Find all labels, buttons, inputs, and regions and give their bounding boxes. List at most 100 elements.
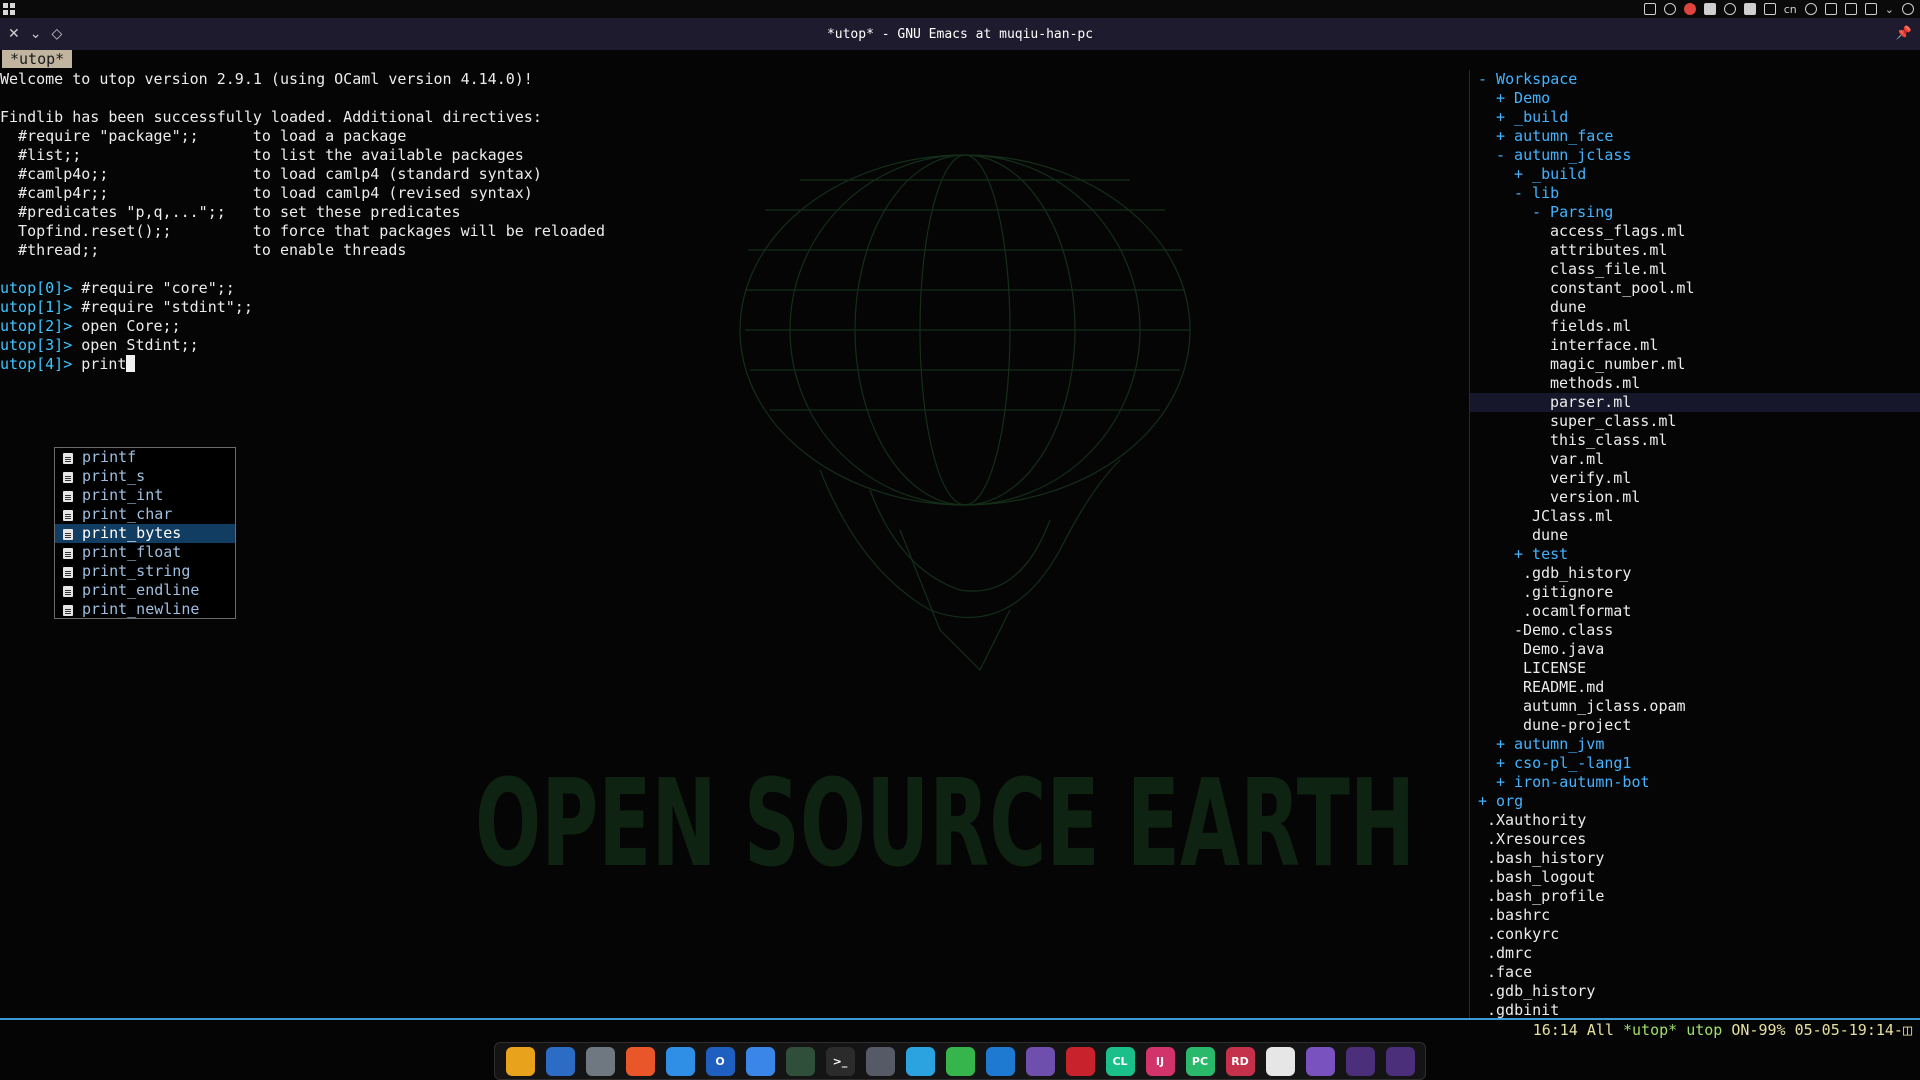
emacs-icon-2[interactable] bbox=[1305, 1046, 1335, 1076]
clion-icon[interactable]: CL bbox=[1105, 1046, 1135, 1076]
wechat-icon[interactable] bbox=[945, 1046, 975, 1076]
tree-file[interactable]: dune-project bbox=[1470, 716, 1920, 735]
completion-item[interactable]: print_string bbox=[55, 562, 235, 581]
tree-file[interactable]: this_class.ml bbox=[1470, 431, 1920, 450]
tree-file[interactable]: autumn_jclass.opam bbox=[1470, 697, 1920, 716]
tree-folder[interactable]: + test bbox=[1470, 545, 1920, 564]
wifi-icon[interactable] bbox=[1864, 3, 1877, 15]
diamond-icon[interactable]: ◇ bbox=[51, 26, 62, 42]
drive-icon[interactable] bbox=[1703, 3, 1716, 15]
tree-file[interactable]: magic_number.ml bbox=[1470, 355, 1920, 374]
tree-folder[interactable]: + autumn_face bbox=[1470, 127, 1920, 146]
tree-file[interactable]: version.ml bbox=[1470, 488, 1920, 507]
tree-file[interactable]: .bashrc bbox=[1470, 906, 1920, 925]
tree-file[interactable]: .bash_profile bbox=[1470, 887, 1920, 906]
tree-folder[interactable]: - Parsing bbox=[1470, 203, 1920, 222]
firefox-icon[interactable] bbox=[625, 1046, 655, 1076]
location-icon[interactable] bbox=[1804, 3, 1817, 15]
tree-file[interactable]: .Xresources bbox=[1470, 830, 1920, 849]
gpg-icon[interactable] bbox=[865, 1046, 895, 1076]
rider-icon[interactable]: RD bbox=[1225, 1046, 1255, 1076]
completion-item[interactable]: print_newline bbox=[55, 600, 235, 619]
completion-item[interactable]: print_char bbox=[55, 505, 235, 524]
tree-file[interactable]: parser.ml bbox=[1470, 393, 1920, 412]
tree-file[interactable]: LICENSE bbox=[1470, 659, 1920, 678]
terminal-icon[interactable]: >_ bbox=[825, 1046, 855, 1076]
tree-file[interactable]: -Demo.class bbox=[1470, 621, 1920, 640]
tree-file[interactable]: JClass.ml bbox=[1470, 507, 1920, 526]
tree-file[interactable]: access_flags.ml bbox=[1470, 222, 1920, 241]
app-tray-icon[interactable] bbox=[1683, 3, 1696, 15]
vscode-icon[interactable] bbox=[985, 1046, 1015, 1076]
store-icon[interactable] bbox=[545, 1046, 575, 1076]
outlook-icon[interactable]: O bbox=[705, 1046, 735, 1076]
files-icon[interactable] bbox=[505, 1046, 535, 1076]
tree-file[interactable]: methods.ml bbox=[1470, 374, 1920, 393]
tree-folder[interactable]: + _build bbox=[1470, 108, 1920, 127]
tree-file[interactable]: var.ml bbox=[1470, 450, 1920, 469]
copy-icon[interactable] bbox=[1763, 3, 1776, 15]
completion-item[interactable]: print_endline bbox=[55, 581, 235, 600]
completion-item[interactable]: print_bytes bbox=[55, 524, 235, 543]
lock-icon[interactable] bbox=[1663, 3, 1676, 15]
tree-file[interactable]: fields.ml bbox=[1470, 317, 1920, 336]
tree-file[interactable]: verify.ml bbox=[1470, 469, 1920, 488]
pycharm-icon[interactable]: PC bbox=[1185, 1046, 1215, 1076]
tree-file[interactable]: .gdb_history bbox=[1470, 982, 1920, 1001]
tree-folder[interactable]: - Workspace bbox=[1470, 70, 1920, 89]
tree-file[interactable]: .Xauthority bbox=[1470, 811, 1920, 830]
tree-file[interactable]: Demo.java bbox=[1470, 640, 1920, 659]
completion-item[interactable]: print_int bbox=[55, 486, 235, 505]
tree-file[interactable]: .gdbinit bbox=[1470, 1001, 1920, 1018]
tree-file[interactable]: .bash_history bbox=[1470, 849, 1920, 868]
tree-file[interactable]: interface.ml bbox=[1470, 336, 1920, 355]
chevron-down-icon[interactable]: ⌄ bbox=[30, 26, 42, 42]
tree-folder[interactable]: + iron-autumn-bot bbox=[1470, 773, 1920, 792]
chevron-down-icon[interactable]: ⌄ bbox=[1885, 3, 1894, 16]
player-icon[interactable] bbox=[1265, 1046, 1295, 1076]
completion-popup[interactable]: printf print_s print_int print_char print_by… bbox=[54, 447, 236, 619]
close-icon[interactable]: ✕ bbox=[8, 26, 20, 42]
volume-icon[interactable] bbox=[1824, 3, 1837, 15]
tree-folder[interactable]: - autumn_jclass bbox=[1470, 146, 1920, 165]
tree-folder[interactable]: + autumn_jvm bbox=[1470, 735, 1920, 754]
completion-item[interactable]: print_float bbox=[55, 543, 235, 562]
app-red-icon[interactable] bbox=[1065, 1046, 1095, 1076]
repl-input[interactable]: print bbox=[72, 355, 126, 373]
tree-folder[interactable]: + org bbox=[1470, 792, 1920, 811]
tree-file[interactable]: README.md bbox=[1470, 678, 1920, 697]
completion-item[interactable]: printf bbox=[55, 448, 235, 467]
telegram-icon[interactable] bbox=[905, 1046, 935, 1076]
utop-buffer[interactable]: OPEN SOURCE EARTH Welcome to utop versio… bbox=[0, 70, 1468, 1018]
tree-file[interactable]: .bash_logout bbox=[1470, 868, 1920, 887]
notes-icon[interactable] bbox=[665, 1046, 695, 1076]
tree-file[interactable]: super_class.ml bbox=[1470, 412, 1920, 431]
tree-file[interactable]: dune bbox=[1470, 298, 1920, 317]
tree-file[interactable]: .gdb_history bbox=[1470, 564, 1920, 583]
monitor-icon[interactable] bbox=[785, 1046, 815, 1076]
tree-file[interactable]: constant_pool.ml bbox=[1470, 279, 1920, 298]
tree-file[interactable]: dune bbox=[1470, 526, 1920, 545]
bluetooth-icon[interactable] bbox=[1844, 3, 1857, 15]
timer-icon[interactable] bbox=[1723, 3, 1736, 15]
modeline-buffer[interactable]: *utop* bbox=[1623, 1021, 1677, 1039]
tree-file[interactable]: .dmrc bbox=[1470, 944, 1920, 963]
clipboard-icon[interactable] bbox=[1643, 3, 1656, 15]
tree-folder[interactable]: + _build bbox=[1470, 165, 1920, 184]
modeline-mode[interactable]: utop bbox=[1686, 1021, 1722, 1039]
tree-file[interactable]: .ocamlformat bbox=[1470, 602, 1920, 621]
search-icon[interactable] bbox=[1902, 3, 1914, 15]
completion-item[interactable]: print_s bbox=[55, 467, 235, 486]
mem-meter-icon[interactable] bbox=[1385, 1046, 1415, 1076]
input-method-label[interactable]: cn bbox=[1784, 3, 1797, 16]
mail-icon[interactable] bbox=[745, 1046, 775, 1076]
tree-file[interactable]: .face bbox=[1470, 963, 1920, 982]
app-grid-icon[interactable] bbox=[3, 3, 15, 15]
emacs-icon[interactable] bbox=[1025, 1046, 1055, 1076]
settings-icon[interactable] bbox=[585, 1046, 615, 1076]
pin-icon[interactable]: 📌 bbox=[1896, 26, 1912, 41]
tree-file[interactable]: attributes.ml bbox=[1470, 241, 1920, 260]
intellij-icon[interactable]: IJ bbox=[1145, 1046, 1175, 1076]
file-tree-sidebar[interactable]: - Workspace + Demo + _build + autumn_face - … bbox=[1470, 70, 1920, 1018]
repl-input-line[interactable]: utop[4]> print bbox=[0, 355, 136, 374]
